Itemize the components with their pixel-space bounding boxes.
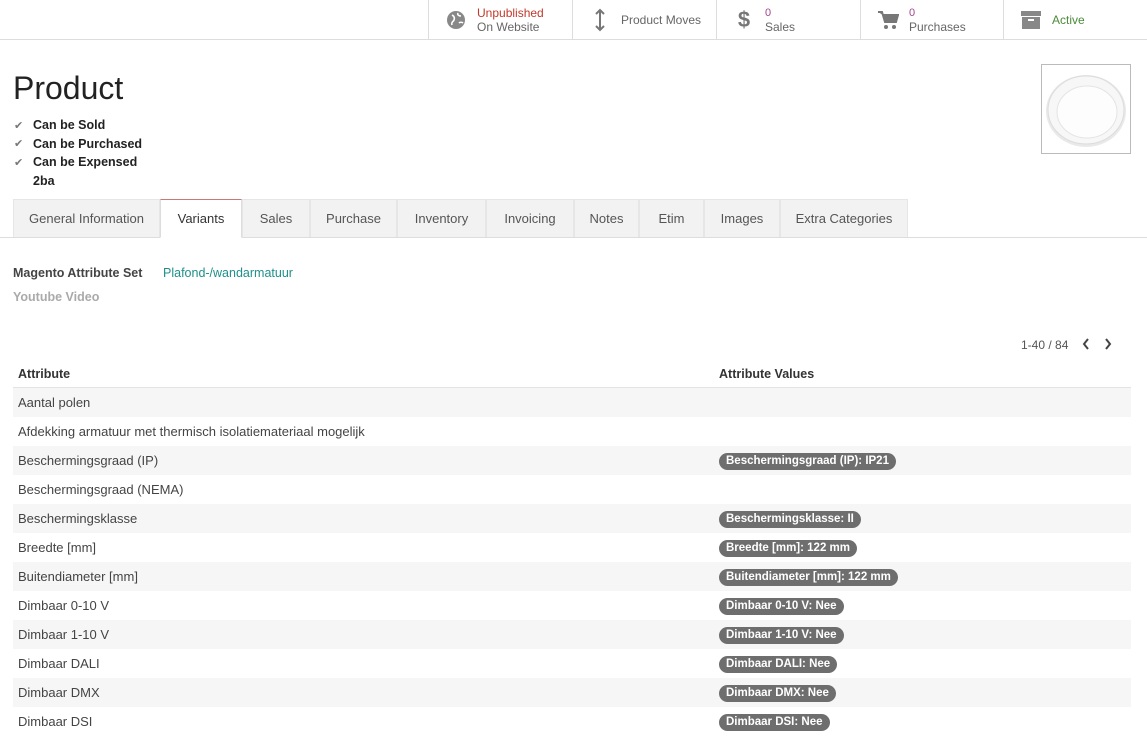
attribute-value-badge: Buitendiameter [mm]: 122 mm	[719, 568, 898, 586]
arrows-vertical-icon	[589, 8, 611, 31]
tab-invoicing[interactable]: Invoicing	[486, 199, 574, 237]
tab-etim[interactable]: Etim	[639, 199, 704, 237]
attribute-name: Breedte [mm]	[18, 540, 97, 555]
website-status: Unpublished	[477, 5, 544, 20]
attribute-values-cell: Dimbaar DSI: Nee	[719, 713, 1131, 731]
active-label: Active	[1052, 12, 1085, 27]
sales-button[interactable]: $ 0 Sales	[716, 0, 861, 39]
table-row[interactable]: Breedte [mm] Breedte [mm]: 122 mm	[13, 533, 1131, 562]
attribute-values-cell: Dimbaar DMX: Nee	[719, 684, 1131, 702]
website-label: On Website	[477, 19, 540, 34]
table-row[interactable]: Aantal polen	[13, 388, 1131, 417]
table-row[interactable]: Dimbaar 1-10 V Dimbaar 1-10 V: Nee	[13, 620, 1131, 649]
attribute-values-cell: Dimbaar 1-10 V: Nee	[719, 626, 1131, 644]
table-row[interactable]: Afdekking armatuur met thermisch isolati…	[13, 417, 1131, 446]
dollar-icon: $	[737, 6, 751, 32]
attribute-name: Dimbaar DSI	[18, 714, 93, 729]
smart-buttons-bar: Unpublished On Website Product Moves $ 0…	[0, 0, 1147, 40]
purchases-count: 0	[909, 6, 916, 19]
cart-icon	[877, 9, 899, 31]
product-moves-label: Product Moves	[621, 12, 702, 27]
attribute-name: Dimbaar 1-10 V	[18, 627, 110, 642]
product-flags: ✔ Can be Sold ✔ Can be Purchased ✔ Can be E…	[14, 116, 142, 190]
attribute-value-badge: Dimbaar DSI: Nee	[719, 713, 830, 731]
tab-inventory[interactable]: Inventory	[397, 199, 486, 237]
pager-value[interactable]: 1-40 / 84	[1021, 338, 1068, 352]
attribute-values-cell: Beschermingsgraad (IP): IP21	[719, 452, 1131, 470]
attribute-name: Beschermingsgraad (NEMA)	[18, 482, 184, 497]
attribute-set-label: Magento Attribute Set	[13, 266, 143, 280]
table-row[interactable]: Dimbaar DSI Dimbaar DSI: Nee	[13, 707, 1131, 736]
attribute-values-cell: Breedte [mm]: 122 mm	[719, 539, 1131, 557]
attribute-values-cell: Dimbaar DALI: Nee	[719, 655, 1131, 673]
attribute-name: Dimbaar DMX	[18, 685, 100, 700]
check-icon: ✔	[14, 119, 24, 132]
product-moves-button[interactable]: Product Moves	[572, 0, 717, 39]
attribute-name: Aantal polen	[18, 395, 91, 410]
product-image[interactable]	[1041, 64, 1131, 154]
notebook-tabs: General Information Variants Sales Purch…	[0, 199, 1147, 238]
globe-icon	[445, 9, 467, 31]
column-header-attribute-values[interactable]: Attribute Values	[719, 367, 1131, 381]
flag-can-be-expensed: ✔ Can be Expensed	[14, 155, 138, 170]
purchases-button[interactable]: 0 Purchases	[860, 0, 1004, 39]
attribute-set-link[interactable]: Plafond-/wandarmatuur	[163, 266, 293, 280]
table-row[interactable]: Dimbaar 0-10 V Dimbaar 0-10 V: Nee	[13, 591, 1131, 620]
column-header-attribute[interactable]: Attribute	[13, 367, 719, 381]
attribute-name: Dimbaar 0-10 V	[18, 598, 110, 613]
attribute-name: Afdekking armatuur met thermisch isolati…	[18, 424, 365, 439]
tab-purchase[interactable]: Purchase	[310, 199, 397, 237]
table-row[interactable]: Beschermingsgraad (NEMA)	[13, 475, 1131, 504]
chevron-right-icon[interactable]	[1104, 337, 1112, 353]
website-button[interactable]: Unpublished On Website	[428, 0, 573, 39]
table-row[interactable]: Dimbaar DALI Dimbaar DALI: Nee	[13, 649, 1131, 678]
page-title: Product	[13, 70, 124, 106]
tab-sales[interactable]: Sales	[242, 199, 310, 237]
table-row[interactable]: Beschermingsgraad (IP) Beschermingsgraad …	[13, 446, 1131, 475]
tab-variants[interactable]: Variants	[160, 199, 242, 238]
table-row[interactable]: Beschermingsklasse Beschermingsklasse: II	[13, 504, 1131, 533]
tab-extra-categories[interactable]: Extra Categories	[780, 199, 908, 237]
attribute-value-badge: Beschermingsgraad (IP): IP21	[719, 452, 896, 470]
tab-general-information[interactable]: General Information	[13, 199, 160, 237]
archive-icon	[1020, 9, 1042, 31]
attribute-values-cell: Dimbaar 0-10 V: Nee	[719, 597, 1131, 615]
table-header: Attribute Attribute Values	[13, 360, 1131, 388]
attribute-value-badge: Dimbaar 0-10 V: Nee	[719, 597, 844, 615]
tab-images[interactable]: Images	[704, 199, 780, 237]
sales-count: 0	[765, 6, 772, 19]
check-icon: ✔	[14, 156, 24, 169]
attribute-value-badge: Dimbaar 1-10 V: Nee	[719, 626, 844, 644]
youtube-video-label: Youtube Video	[13, 290, 100, 304]
attribute-value-badge: Beschermingsklasse: II	[719, 510, 861, 528]
purchases-label: Purchases	[909, 19, 966, 34]
check-icon: ✔	[14, 138, 24, 151]
tab-notes[interactable]: Notes	[574, 199, 639, 237]
attribute-values-cell: Beschermingsklasse: II	[719, 510, 1131, 528]
attribute-value-badge: Breedte [mm]: 122 mm	[719, 539, 857, 557]
attribute-table: Attribute Attribute Values Aantal polen A…	[13, 360, 1131, 736]
attribute-name: Beschermingsklasse	[18, 511, 138, 526]
attribute-value-badge: Dimbaar DMX: Nee	[719, 684, 836, 702]
chevron-left-icon[interactable]	[1082, 337, 1090, 353]
table-body: Aantal polen Afdekking armatuur met therm…	[13, 388, 1131, 736]
attribute-name: Beschermingsgraad (IP)	[18, 453, 159, 468]
attribute-values-cell: Buitendiameter [mm]: 122 mm	[719, 568, 1131, 586]
table-row[interactable]: Buitendiameter [mm] Buitendiameter [mm]: …	[13, 562, 1131, 591]
product-code: 2ba	[33, 173, 55, 188]
attribute-name: Buitendiameter [mm]	[18, 569, 138, 584]
flag-can-be-sold: ✔ Can be Sold	[14, 118, 106, 133]
active-toggle-button[interactable]: Active	[1003, 0, 1147, 39]
flag-can-be-purchased: ✔ Can be Purchased	[14, 136, 143, 151]
sales-label: Sales	[765, 19, 796, 34]
table-row[interactable]: Dimbaar DMX Dimbaar DMX: Nee	[13, 678, 1131, 707]
attribute-value-badge: Dimbaar DALI: Nee	[719, 655, 838, 673]
pager: 1-40 / 84	[1021, 337, 1112, 353]
attribute-name: Dimbaar DALI	[18, 656, 100, 671]
